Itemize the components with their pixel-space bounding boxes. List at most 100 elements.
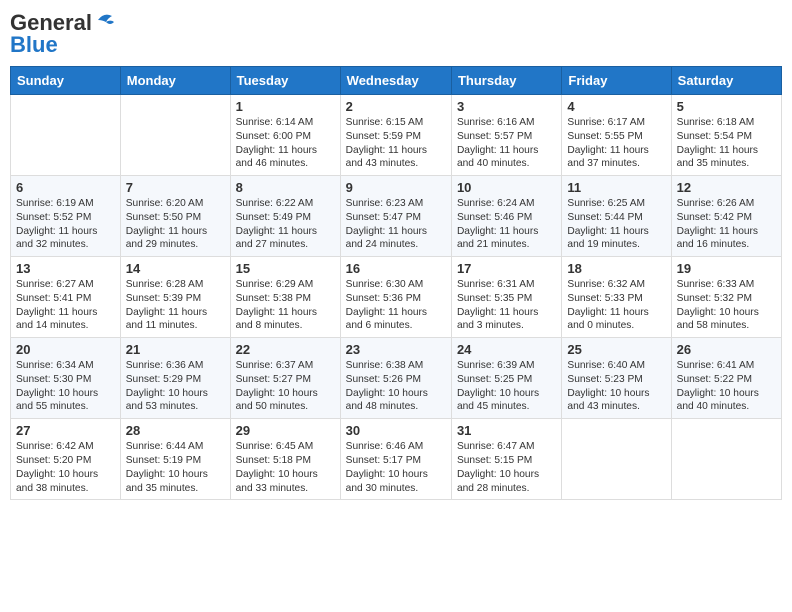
sunset-text: Sunset: 5:32 PM bbox=[677, 293, 752, 304]
sunset-text: Sunset: 5:47 PM bbox=[346, 212, 421, 223]
sunrise-text: Sunrise: 6:14 AM bbox=[236, 117, 314, 128]
cell-content: Sunrise: 6:23 AM Sunset: 5:47 PM Dayligh… bbox=[346, 197, 446, 252]
sunrise-text: Sunrise: 6:36 AM bbox=[126, 360, 204, 371]
day-number: 23 bbox=[346, 342, 446, 357]
sunrise-text: Sunrise: 6:18 AM bbox=[677, 117, 755, 128]
sunset-text: Sunset: 5:25 PM bbox=[457, 374, 532, 385]
daylight-text: Daylight: 11 hours and 21 minutes. bbox=[457, 226, 538, 251]
calendar-day-header: Saturday bbox=[671, 67, 781, 95]
calendar-week-row: 13 Sunrise: 6:27 AM Sunset: 5:41 PM Dayl… bbox=[11, 257, 782, 338]
daylight-text: Daylight: 10 hours and 50 minutes. bbox=[236, 388, 318, 413]
cell-content: Sunrise: 6:22 AM Sunset: 5:49 PM Dayligh… bbox=[236, 197, 335, 252]
daylight-text: Daylight: 11 hours and 8 minutes. bbox=[236, 307, 317, 332]
sunset-text: Sunset: 5:49 PM bbox=[236, 212, 311, 223]
cell-content: Sunrise: 6:34 AM Sunset: 5:30 PM Dayligh… bbox=[16, 359, 115, 414]
calendar-cell bbox=[671, 419, 781, 500]
daylight-text: Daylight: 11 hours and 0 minutes. bbox=[567, 307, 648, 332]
sunrise-text: Sunrise: 6:23 AM bbox=[346, 198, 424, 209]
calendar-cell: 21 Sunrise: 6:36 AM Sunset: 5:29 PM Dayl… bbox=[120, 338, 230, 419]
sunset-text: Sunset: 5:36 PM bbox=[346, 293, 421, 304]
calendar-cell: 26 Sunrise: 6:41 AM Sunset: 5:22 PM Dayl… bbox=[671, 338, 781, 419]
day-number: 2 bbox=[346, 99, 446, 114]
sunset-text: Sunset: 5:30 PM bbox=[16, 374, 91, 385]
sunrise-text: Sunrise: 6:41 AM bbox=[677, 360, 755, 371]
cell-content: Sunrise: 6:39 AM Sunset: 5:25 PM Dayligh… bbox=[457, 359, 556, 414]
calendar-day-header: Thursday bbox=[451, 67, 561, 95]
logo: General Blue bbox=[10, 10, 116, 58]
sunset-text: Sunset: 5:33 PM bbox=[567, 293, 642, 304]
daylight-text: Daylight: 10 hours and 28 minutes. bbox=[457, 469, 539, 494]
calendar-cell: 6 Sunrise: 6:19 AM Sunset: 5:52 PM Dayli… bbox=[11, 176, 121, 257]
logo-bird-icon bbox=[94, 12, 116, 30]
daylight-text: Daylight: 11 hours and 3 minutes. bbox=[457, 307, 538, 332]
daylight-text: Daylight: 11 hours and 11 minutes. bbox=[126, 307, 207, 332]
day-number: 1 bbox=[236, 99, 335, 114]
sunrise-text: Sunrise: 6:17 AM bbox=[567, 117, 645, 128]
cell-content: Sunrise: 6:44 AM Sunset: 5:19 PM Dayligh… bbox=[126, 440, 225, 495]
calendar-day-header: Wednesday bbox=[340, 67, 451, 95]
calendar-cell: 1 Sunrise: 6:14 AM Sunset: 6:00 PM Dayli… bbox=[230, 95, 340, 176]
day-number: 11 bbox=[567, 180, 665, 195]
day-number: 24 bbox=[457, 342, 556, 357]
calendar-cell: 7 Sunrise: 6:20 AM Sunset: 5:50 PM Dayli… bbox=[120, 176, 230, 257]
sunset-text: Sunset: 5:52 PM bbox=[16, 212, 91, 223]
day-number: 10 bbox=[457, 180, 556, 195]
sunrise-text: Sunrise: 6:15 AM bbox=[346, 117, 424, 128]
sunset-text: Sunset: 5:42 PM bbox=[677, 212, 752, 223]
cell-content: Sunrise: 6:42 AM Sunset: 5:20 PM Dayligh… bbox=[16, 440, 115, 495]
sunset-text: Sunset: 5:39 PM bbox=[126, 293, 201, 304]
day-number: 17 bbox=[457, 261, 556, 276]
sunrise-text: Sunrise: 6:37 AM bbox=[236, 360, 314, 371]
cell-content: Sunrise: 6:37 AM Sunset: 5:27 PM Dayligh… bbox=[236, 359, 335, 414]
cell-content: Sunrise: 6:40 AM Sunset: 5:23 PM Dayligh… bbox=[567, 359, 665, 414]
calendar-cell: 14 Sunrise: 6:28 AM Sunset: 5:39 PM Dayl… bbox=[120, 257, 230, 338]
day-number: 8 bbox=[236, 180, 335, 195]
daylight-text: Daylight: 11 hours and 24 minutes. bbox=[346, 226, 427, 251]
day-number: 31 bbox=[457, 423, 556, 438]
daylight-text: Daylight: 10 hours and 30 minutes. bbox=[346, 469, 428, 494]
daylight-text: Daylight: 11 hours and 37 minutes. bbox=[567, 145, 648, 170]
day-number: 14 bbox=[126, 261, 225, 276]
daylight-text: Daylight: 11 hours and 43 minutes. bbox=[346, 145, 427, 170]
cell-content: Sunrise: 6:46 AM Sunset: 5:17 PM Dayligh… bbox=[346, 440, 446, 495]
day-number: 22 bbox=[236, 342, 335, 357]
sunrise-text: Sunrise: 6:46 AM bbox=[346, 441, 424, 452]
cell-content: Sunrise: 6:25 AM Sunset: 5:44 PM Dayligh… bbox=[567, 197, 665, 252]
calendar-cell: 29 Sunrise: 6:45 AM Sunset: 5:18 PM Dayl… bbox=[230, 419, 340, 500]
day-number: 16 bbox=[346, 261, 446, 276]
calendar-table: SundayMondayTuesdayWednesdayThursdayFrid… bbox=[10, 66, 782, 500]
sunrise-text: Sunrise: 6:42 AM bbox=[16, 441, 94, 452]
cell-content: Sunrise: 6:45 AM Sunset: 5:18 PM Dayligh… bbox=[236, 440, 335, 495]
calendar-cell bbox=[562, 419, 671, 500]
calendar-cell: 24 Sunrise: 6:39 AM Sunset: 5:25 PM Dayl… bbox=[451, 338, 561, 419]
daylight-text: Daylight: 11 hours and 27 minutes. bbox=[236, 226, 317, 251]
day-number: 5 bbox=[677, 99, 776, 114]
calendar-cell: 22 Sunrise: 6:37 AM Sunset: 5:27 PM Dayl… bbox=[230, 338, 340, 419]
sunrise-text: Sunrise: 6:28 AM bbox=[126, 279, 204, 290]
sunrise-text: Sunrise: 6:29 AM bbox=[236, 279, 314, 290]
sunrise-text: Sunrise: 6:20 AM bbox=[126, 198, 204, 209]
sunrise-text: Sunrise: 6:32 AM bbox=[567, 279, 645, 290]
day-number: 12 bbox=[677, 180, 776, 195]
calendar-cell: 3 Sunrise: 6:16 AM Sunset: 5:57 PM Dayli… bbox=[451, 95, 561, 176]
daylight-text: Daylight: 10 hours and 40 minutes. bbox=[677, 388, 759, 413]
day-number: 7 bbox=[126, 180, 225, 195]
calendar-cell bbox=[120, 95, 230, 176]
sunset-text: Sunset: 6:00 PM bbox=[236, 131, 311, 142]
cell-content: Sunrise: 6:31 AM Sunset: 5:35 PM Dayligh… bbox=[457, 278, 556, 333]
daylight-text: Daylight: 11 hours and 40 minutes. bbox=[457, 145, 538, 170]
sunrise-text: Sunrise: 6:22 AM bbox=[236, 198, 314, 209]
sunset-text: Sunset: 5:50 PM bbox=[126, 212, 201, 223]
day-number: 20 bbox=[16, 342, 115, 357]
sunset-text: Sunset: 5:29 PM bbox=[126, 374, 201, 385]
daylight-text: Daylight: 10 hours and 53 minutes. bbox=[126, 388, 208, 413]
cell-content: Sunrise: 6:41 AM Sunset: 5:22 PM Dayligh… bbox=[677, 359, 776, 414]
day-number: 9 bbox=[346, 180, 446, 195]
daylight-text: Daylight: 10 hours and 58 minutes. bbox=[677, 307, 759, 332]
daylight-text: Daylight: 10 hours and 55 minutes. bbox=[16, 388, 98, 413]
sunset-text: Sunset: 5:44 PM bbox=[567, 212, 642, 223]
sunset-text: Sunset: 5:17 PM bbox=[346, 455, 421, 466]
daylight-text: Daylight: 11 hours and 14 minutes. bbox=[16, 307, 97, 332]
sunset-text: Sunset: 5:57 PM bbox=[457, 131, 532, 142]
calendar-day-header: Sunday bbox=[11, 67, 121, 95]
